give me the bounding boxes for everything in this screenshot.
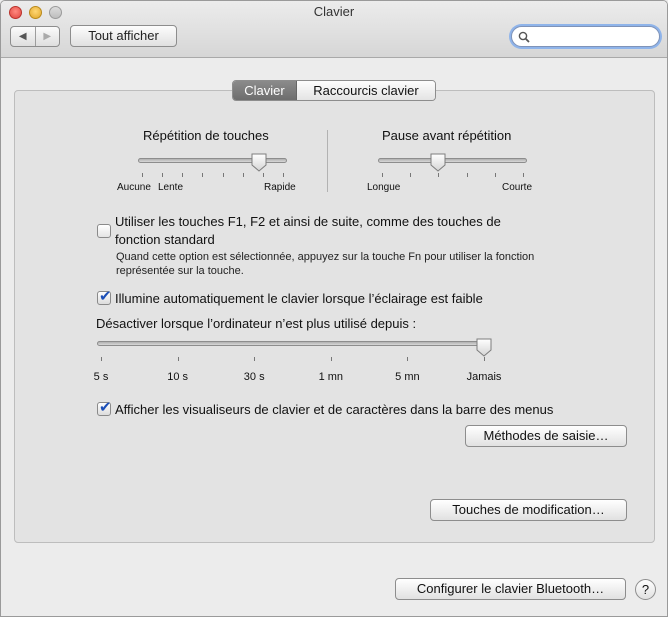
input-methods-button[interactable]: Méthodes de saisie… bbox=[465, 425, 627, 447]
idle-off-slider[interactable] bbox=[476, 338, 492, 357]
key-repeat-tick bbox=[182, 173, 184, 177]
modifier-keys-button[interactable]: Touches de modification… bbox=[430, 499, 627, 521]
delay-repeat-tick bbox=[438, 173, 440, 177]
idle-off-tick bbox=[407, 357, 409, 361]
delay-repeat-track bbox=[378, 158, 527, 163]
key-repeat-tick bbox=[283, 173, 284, 177]
idle-off-tick bbox=[330, 357, 332, 361]
search-icon bbox=[518, 31, 530, 43]
delay-repeat-tick bbox=[382, 173, 383, 177]
idle-off-tick-label: 5 s bbox=[93, 371, 109, 383]
tab-bar: Clavier Raccourcis clavier bbox=[232, 80, 436, 101]
delay-repeat-slider[interactable] bbox=[430, 153, 446, 172]
idle-off-tick bbox=[254, 357, 256, 361]
titlebar: Clavier ◀ ▶ Tout afficher bbox=[1, 1, 667, 58]
viewer-menu-checkbox[interactable]: ✔ bbox=[97, 399, 112, 416]
fn-keys-checkbox[interactable] bbox=[97, 224, 111, 238]
idle-off-tick bbox=[101, 357, 102, 361]
help-button[interactable]: ? bbox=[635, 579, 656, 600]
key-repeat-tick bbox=[142, 173, 143, 177]
key-repeat-tick bbox=[262, 173, 264, 177]
key-repeat-slow-label: Lente bbox=[158, 182, 184, 193]
delay-repeat-max-label: Courte bbox=[502, 182, 533, 193]
fn-keys-help-line2: représentée sur la touche. bbox=[116, 265, 244, 277]
delay-repeat-title: Pause avant répétition bbox=[382, 128, 512, 143]
fn-keys-help-line1: Quand cette option est sélectionnée, app… bbox=[116, 251, 535, 263]
delay-repeat-min-label: Longue bbox=[367, 182, 401, 193]
key-repeat-title: Répétition de touches bbox=[143, 128, 269, 143]
idle-off-tick-label: 30 s bbox=[243, 371, 265, 383]
illumination-label[interactable]: Illumine automatiquement le clavier lors… bbox=[115, 291, 483, 306]
forward-arrow-icon[interactable]: ▶ bbox=[36, 27, 60, 46]
tab-clavier[interactable]: Clavier bbox=[233, 81, 297, 100]
slider-divider bbox=[327, 130, 328, 192]
key-repeat-slider[interactable] bbox=[251, 153, 267, 172]
idle-off-label: Désactiver lorsque l’ordinateur n’est pl… bbox=[96, 316, 417, 331]
fn-keys-label-line2[interactable]: fonction standard bbox=[115, 232, 215, 247]
checkmark-icon: ✔ bbox=[99, 399, 112, 416]
idle-off-tick-label: 10 s bbox=[167, 371, 188, 383]
key-repeat-min-label: Aucune bbox=[117, 182, 151, 193]
bluetooth-keyboard-button[interactable]: Configurer le clavier Bluetooth… bbox=[395, 578, 626, 600]
delay-repeat-tick bbox=[466, 173, 468, 177]
idle-off-tick-label: 5 mn bbox=[395, 371, 420, 383]
idle-off-track bbox=[97, 341, 488, 346]
key-repeat-max-label: Rapide bbox=[264, 182, 296, 193]
window: Clavier ◀ ▶ Tout afficher Clavier Raccou… bbox=[0, 0, 668, 617]
show-all-button[interactable]: Tout afficher bbox=[70, 25, 177, 47]
fn-keys-label-line1[interactable]: Utiliser les touches F1, F2 et ainsi de … bbox=[115, 214, 501, 229]
key-repeat-tick bbox=[202, 173, 204, 177]
key-repeat-tick bbox=[162, 173, 164, 177]
idle-off-tick bbox=[484, 357, 485, 361]
tab-raccourcis-clavier[interactable]: Raccourcis clavier bbox=[297, 81, 435, 100]
idle-off-tick-label: 1 mn bbox=[318, 371, 344, 383]
key-repeat-tick bbox=[242, 173, 244, 177]
back-arrow-icon[interactable]: ◀ bbox=[11, 27, 36, 46]
nav-back-forward: ◀ ▶ bbox=[10, 26, 60, 47]
window-title: Clavier bbox=[313, 4, 355, 19]
idle-off-tick-label: Jamais bbox=[466, 371, 502, 383]
delay-repeat-tick bbox=[523, 173, 524, 177]
delay-repeat-tick bbox=[410, 173, 412, 177]
checkmark-icon: ✔ bbox=[99, 288, 112, 305]
search-input[interactable] bbox=[534, 29, 654, 44]
search-field[interactable] bbox=[511, 26, 660, 47]
key-repeat-tick bbox=[222, 173, 224, 177]
idle-off-tick bbox=[177, 357, 179, 361]
viewer-menu-label[interactable]: Afficher les visualiseurs de clavier et … bbox=[115, 402, 553, 417]
delay-repeat-tick bbox=[494, 173, 496, 177]
illumination-checkbox[interactable]: ✔ bbox=[97, 288, 112, 305]
